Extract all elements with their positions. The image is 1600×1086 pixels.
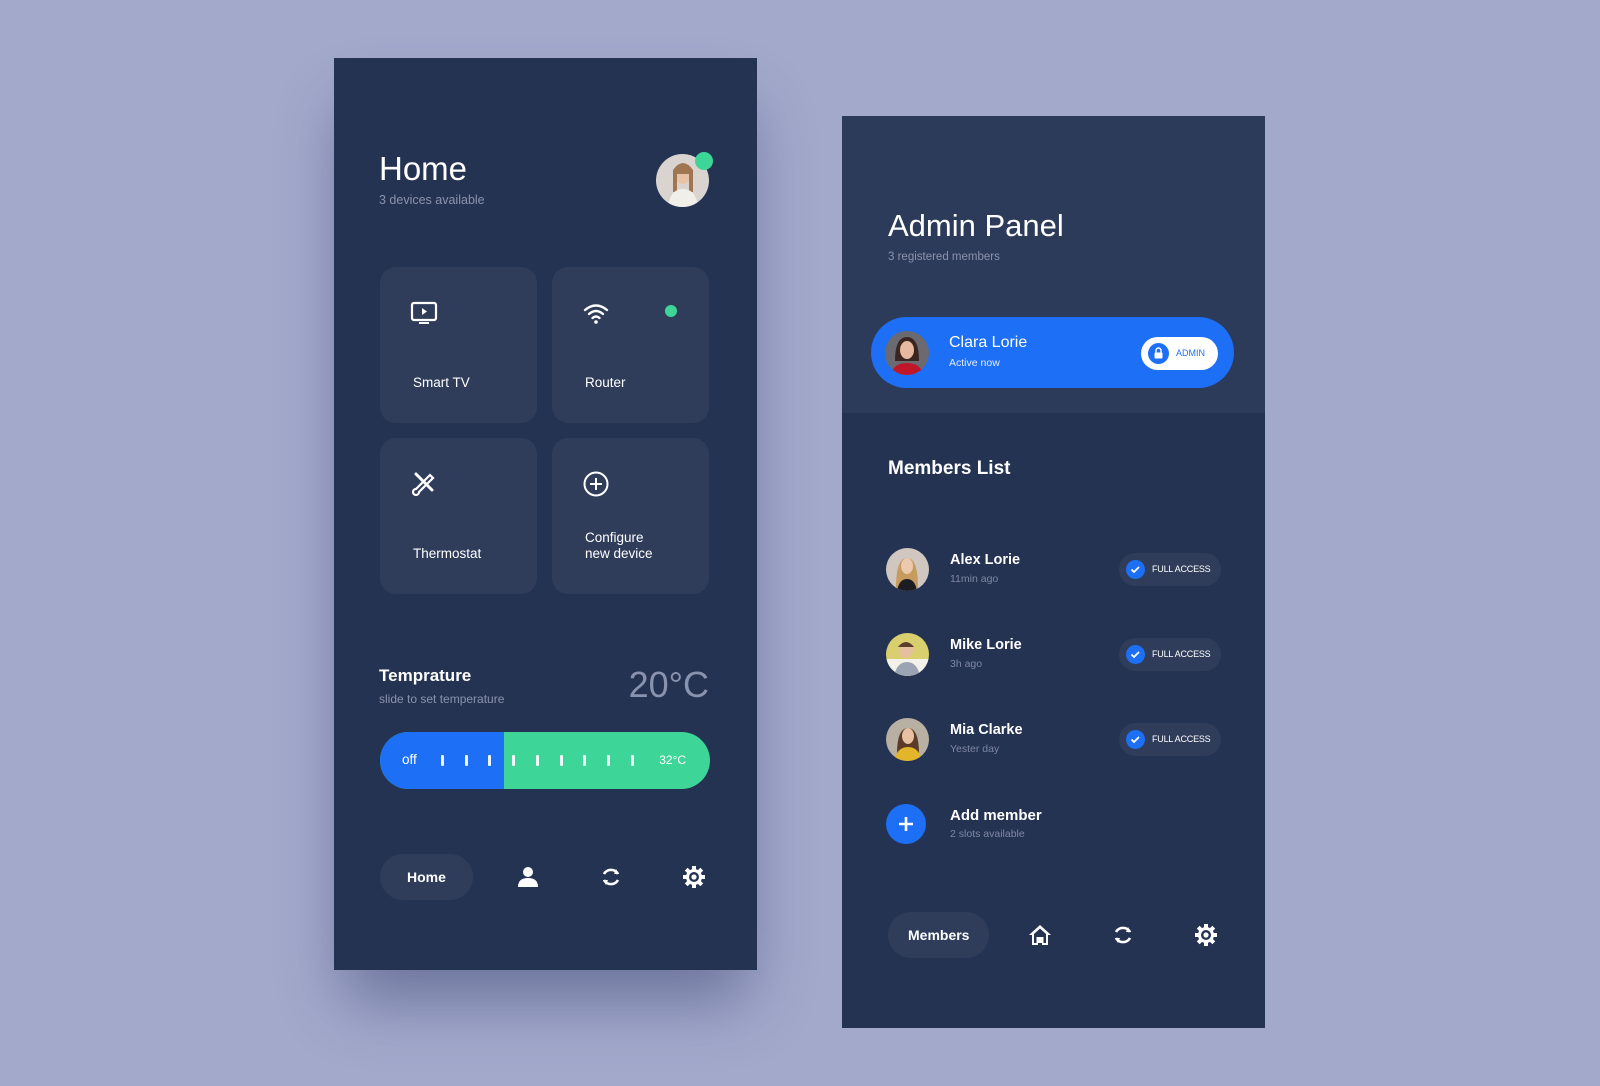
check-icon xyxy=(1126,645,1145,664)
slider-tick xyxy=(441,755,444,766)
member-row[interactable]: Mia Clarke Yester day FULL ACCESS xyxy=(886,718,1221,762)
slider-tick xyxy=(606,755,610,766)
device-label: Router xyxy=(585,375,626,390)
access-badge[interactable]: FULL ACCESS xyxy=(1119,723,1221,756)
temperature-subtitle: slide to set temperature xyxy=(379,692,505,706)
member-name: Mia Clarke xyxy=(950,722,1023,738)
device-tile-thermostat[interactable]: Thermostat xyxy=(380,438,537,594)
label-line: Configure xyxy=(585,530,644,545)
slider-tick xyxy=(583,755,587,766)
admin-badge: ADMIN xyxy=(1141,337,1218,370)
member-row[interactable]: Alex Lorie 11min ago FULL ACCESS xyxy=(886,548,1221,592)
wifi-icon xyxy=(583,304,609,324)
member-last-active: Yester day xyxy=(950,743,1000,755)
avatar xyxy=(886,718,929,761)
slider-tick xyxy=(488,755,492,766)
member-last-active: 11min ago xyxy=(950,573,999,585)
device-tile-router[interactable]: Router xyxy=(552,267,709,423)
home-screen: Home 3 devices available Smart TV Router… xyxy=(334,58,757,970)
slider-tick xyxy=(464,755,468,766)
badge-label: ADMIN xyxy=(1176,348,1205,358)
member-name: Alex Lorie xyxy=(950,552,1021,568)
gear-icon[interactable] xyxy=(682,865,706,889)
device-label: Thermostat xyxy=(413,546,482,561)
tools-icon xyxy=(411,472,435,497)
home-icon[interactable] xyxy=(1028,923,1052,947)
bottom-nav: Members xyxy=(888,912,1223,958)
member-last-active: 3h ago xyxy=(950,658,983,670)
check-icon xyxy=(1126,560,1145,579)
gear-icon[interactable] xyxy=(1194,923,1218,947)
slider-tick xyxy=(535,755,539,766)
slider-tick xyxy=(559,755,563,766)
access-badge[interactable]: FULL ACCESS xyxy=(1119,553,1221,586)
plus-icon xyxy=(899,817,913,831)
slider-min-label: off xyxy=(402,752,417,767)
admin-screen: Admin Panel 3 registered members Clara L… xyxy=(842,116,1265,1028)
slider-max-label: 32°C xyxy=(659,753,686,767)
temperature-title: Temprature xyxy=(379,666,472,685)
current-user-card[interactable]: Clara Lorie Active now ADMIN xyxy=(871,317,1234,388)
refresh-icon[interactable] xyxy=(1111,923,1135,947)
avatar xyxy=(886,633,929,676)
device-label: Configure new device xyxy=(585,530,653,562)
online-status-dot xyxy=(665,305,677,317)
add-member-label[interactable]: Add member xyxy=(950,807,1042,824)
slider-tick xyxy=(630,755,634,766)
access-label: FULL ACCESS xyxy=(1152,649,1211,659)
online-status-dot xyxy=(695,152,713,170)
temperature-value: 20°C xyxy=(628,664,709,705)
current-user-name: Clara Lorie xyxy=(949,334,1028,351)
page-title: Admin Panel xyxy=(888,208,1064,243)
configure-device-tile[interactable]: Configure new device xyxy=(552,438,709,594)
plus-circle-icon xyxy=(583,471,609,497)
page-subtitle: 3 registered members xyxy=(888,251,1000,263)
page-title: Home xyxy=(379,150,468,187)
device-label: Smart TV xyxy=(413,375,470,390)
member-name: Mike Lorie xyxy=(950,637,1022,653)
page-subtitle: 3 devices available xyxy=(379,193,485,207)
access-label: FULL ACCESS xyxy=(1152,734,1211,744)
label-line: new device xyxy=(585,546,653,561)
device-tile-smart-tv[interactable]: Smart TV xyxy=(380,267,537,423)
current-user-status: Active now xyxy=(949,357,1000,369)
avatar xyxy=(886,548,929,591)
user-icon[interactable] xyxy=(516,865,540,889)
slider-tick xyxy=(512,755,516,766)
members-list-title: Members List xyxy=(888,458,1011,479)
refresh-icon[interactable] xyxy=(599,865,623,889)
member-row[interactable]: Mike Lorie 3h ago FULL ACCESS xyxy=(886,633,1221,677)
nav-home-button[interactable]: Home xyxy=(380,854,473,900)
tv-icon xyxy=(410,301,438,324)
add-member-button[interactable] xyxy=(886,804,926,844)
slots-available: 2 slots available xyxy=(950,828,1025,840)
bottom-nav: Home xyxy=(380,854,715,900)
nav-members-button[interactable]: Members xyxy=(888,912,990,958)
access-badge[interactable]: FULL ACCESS xyxy=(1119,638,1221,671)
temperature-slider[interactable]: off 32°C xyxy=(380,732,710,789)
avatar xyxy=(885,331,929,375)
access-label: FULL ACCESS xyxy=(1152,564,1211,574)
lock-icon xyxy=(1148,343,1169,364)
check-icon xyxy=(1126,730,1145,749)
